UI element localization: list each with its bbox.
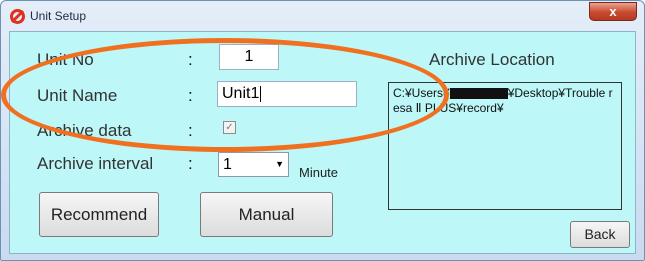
window-title: Unit Setup bbox=[30, 9, 87, 23]
archive-interval-value: 1 bbox=[223, 156, 232, 173]
unit-name-value: Unit1 bbox=[222, 85, 260, 102]
text-cursor bbox=[260, 85, 262, 102]
archive-data-label: Archive data bbox=[37, 121, 132, 140]
unit-no-label: Unit No bbox=[37, 50, 94, 69]
unit-name-label: Unit Name bbox=[37, 86, 118, 105]
unit-name-colon: : bbox=[188, 86, 193, 105]
app-logo-icon bbox=[10, 9, 25, 24]
title-bar[interactable]: Unit Setup x bbox=[1, 1, 644, 31]
archive-location-box: C:¥Users¥ ¥Desktop¥Trouble resa Ⅱ PLUS¥re… bbox=[388, 82, 622, 210]
archive-interval-colon: : bbox=[188, 154, 193, 173]
client-area: Unit No : 1 Unit Name : Unit1 Archive da… bbox=[9, 31, 636, 254]
archive-interval-label: Archive interval bbox=[37, 154, 154, 173]
unit-no-input[interactable]: 1 bbox=[219, 44, 279, 70]
archive-path-prefix: C:¥Users¥ bbox=[393, 86, 450, 100]
manual-button[interactable]: Manual bbox=[200, 192, 333, 237]
unit-setup-window: Unit Setup x Unit No : 1 Unit Name : Uni… bbox=[0, 0, 645, 261]
unit-no-colon: : bbox=[188, 50, 193, 69]
back-button[interactable]: Back bbox=[570, 221, 630, 248]
archive-interval-select[interactable]: 1 ▼ bbox=[218, 152, 289, 177]
close-button[interactable]: x bbox=[589, 2, 637, 21]
dropdown-arrow-icon: ▼ bbox=[275, 159, 284, 169]
archive-data-checkbox[interactable]: ✓ bbox=[223, 121, 236, 134]
unit-name-input[interactable]: Unit1 bbox=[217, 81, 357, 107]
archive-location-title: Archive Location bbox=[429, 50, 555, 69]
redacted-username bbox=[449, 88, 508, 100]
interval-unit-label: Minute bbox=[299, 165, 339, 180]
archive-data-colon: : bbox=[188, 121, 193, 140]
recommend-button[interactable]: Recommend bbox=[39, 192, 159, 237]
